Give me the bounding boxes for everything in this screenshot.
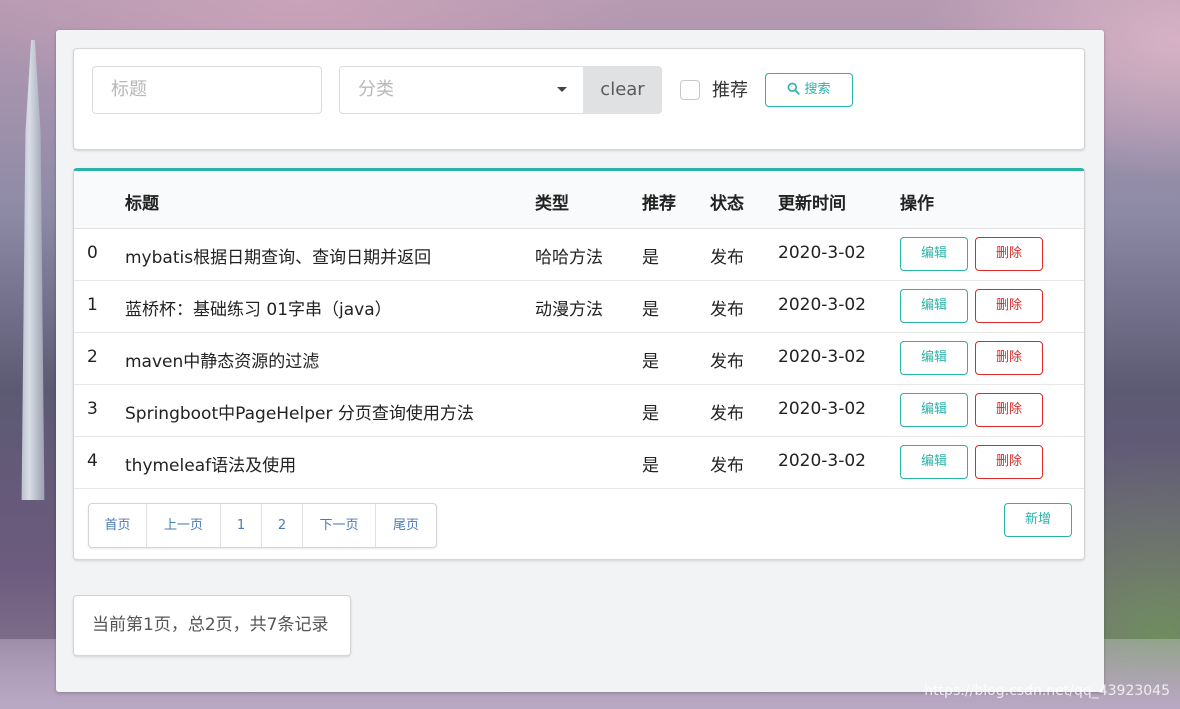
page-first[interactable]: 首页 — [89, 504, 147, 547]
edit-button[interactable]: 编辑 — [900, 341, 968, 375]
edit-button[interactable]: 编辑 — [900, 237, 968, 271]
title-input[interactable]: 标题 — [92, 66, 322, 114]
row-status: 发布 — [710, 404, 744, 424]
table-row: 0 mybatis根据日期查询、查询日期并返回 哈哈方法 是 发布 2020-3… — [74, 229, 1084, 281]
row-index: 0 — [87, 243, 98, 263]
row-title: 蓝桥杯：基础练习 01字串（java） — [125, 300, 392, 320]
row-recommend: 是 — [642, 404, 659, 424]
header-actions: 操作 — [900, 194, 934, 214]
row-index: 2 — [87, 347, 98, 367]
delete-button[interactable]: 删除 — [975, 393, 1043, 427]
search-button[interactable]: 搜索 — [765, 73, 853, 107]
row-index: 1 — [87, 295, 98, 315]
delete-button[interactable]: 删除 — [975, 445, 1043, 479]
add-button[interactable]: 新增 — [1004, 503, 1072, 537]
page-info: 当前第1页，总2页，共7条记录 — [73, 595, 351, 656]
row-recommend: 是 — [642, 456, 659, 476]
search-icon — [788, 82, 801, 95]
delete-button[interactable]: 删除 — [975, 341, 1043, 375]
table-row: 1 蓝桥杯：基础练习 01字串（java） 动漫方法 是 发布 2020-3-0… — [74, 281, 1084, 333]
row-title: thymeleaf语法及使用 — [125, 456, 297, 476]
table-row: 2 maven中静态资源的过滤 是 发布 2020-3-02 编辑 删除 — [74, 333, 1084, 385]
pagination: 首页 上一页 1 2 下一页 尾页 — [88, 503, 437, 548]
table-row: 4 thymeleaf语法及使用 是 发布 2020-3-02 编辑 删除 — [74, 437, 1084, 489]
edit-button[interactable]: 编辑 — [900, 289, 968, 323]
recommend-label: 推荐 — [712, 80, 748, 101]
chevron-down-icon — [557, 87, 567, 92]
header-type: 类型 — [535, 194, 569, 214]
edit-button[interactable]: 编辑 — [900, 445, 968, 479]
row-type: 哈哈方法 — [535, 248, 603, 268]
delete-button[interactable]: 删除 — [975, 289, 1043, 323]
row-status: 发布 — [710, 300, 744, 320]
row-updated: 2020-3-02 — [778, 347, 866, 367]
row-title: maven中静态资源的过滤 — [125, 352, 320, 372]
category-placeholder: 分类 — [358, 79, 394, 100]
header-status: 状态 — [710, 194, 744, 214]
page-last[interactable]: 尾页 — [376, 504, 436, 547]
header-recommend: 推荐 — [642, 194, 676, 214]
page-2[interactable]: 2 — [262, 504, 303, 547]
table-header: 标题 类型 推荐 状态 更新时间 操作 — [74, 171, 1084, 229]
background-tower — [21, 40, 45, 500]
page-1[interactable]: 1 — [221, 504, 262, 547]
delete-button[interactable]: 删除 — [975, 237, 1043, 271]
row-updated: 2020-3-02 — [778, 399, 866, 419]
row-recommend: 是 — [642, 300, 659, 320]
row-recommend: 是 — [642, 352, 659, 372]
page-next[interactable]: 下一页 — [303, 504, 376, 547]
watermark: https://blog.csdn.net/qq_43923045 — [924, 683, 1170, 699]
row-status: 发布 — [710, 352, 744, 372]
header-updated: 更新时间 — [778, 194, 846, 214]
blog-table: 标题 类型 推荐 状态 更新时间 操作 0 mybatis根据日期查询、查询日期… — [73, 168, 1085, 560]
row-status: 发布 — [710, 456, 744, 476]
row-title: mybatis根据日期查询、查询日期并返回 — [125, 248, 432, 268]
row-status: 发布 — [710, 248, 744, 268]
clear-button[interactable]: clear — [583, 66, 662, 114]
category-dropdown[interactable]: 分类 — [339, 66, 584, 114]
search-form: 标题 分类 clear 推荐 搜索 — [73, 48, 1085, 150]
table-row: 3 Springboot中PageHelper 分页查询使用方法 是 发布 20… — [74, 385, 1084, 437]
edit-button[interactable]: 编辑 — [900, 393, 968, 427]
header-title: 标题 — [125, 194, 159, 214]
page-prev[interactable]: 上一页 — [147, 504, 221, 547]
row-index: 4 — [87, 451, 98, 471]
row-type: 动漫方法 — [535, 300, 603, 320]
row-title: Springboot中PageHelper 分页查询使用方法 — [125, 404, 474, 424]
row-updated: 2020-3-02 — [778, 451, 866, 471]
row-index: 3 — [87, 399, 98, 419]
row-recommend: 是 — [642, 248, 659, 268]
main-container: 标题 分类 clear 推荐 搜索 标题 类型 推荐 状态 更新时间 操作 0 … — [56, 30, 1104, 692]
row-updated: 2020-3-02 — [778, 295, 866, 315]
recommend-checkbox[interactable] — [680, 80, 700, 100]
row-updated: 2020-3-02 — [778, 243, 866, 263]
search-button-label: 搜索 — [804, 82, 831, 97]
